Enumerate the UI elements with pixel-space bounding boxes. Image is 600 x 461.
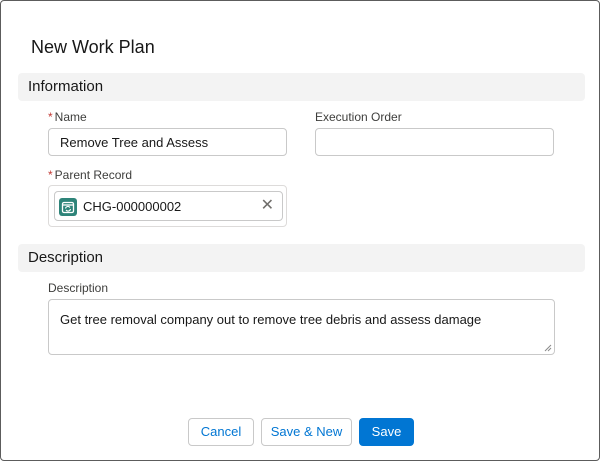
parent-record-lookup[interactable]: CHG-000000002 ✕ bbox=[48, 185, 287, 227]
save-button[interactable]: Save bbox=[359, 418, 414, 446]
modal-title: New Work Plan bbox=[31, 37, 155, 57]
new-work-plan-modal: New Work Plan Information *Name Executio… bbox=[0, 0, 600, 461]
parent-record-label: * Parent Record bbox=[48, 168, 132, 182]
name-input[interactable] bbox=[48, 128, 287, 156]
section-header-information[interactable]: Information bbox=[18, 73, 585, 101]
save-and-new-button[interactable]: Save & New bbox=[261, 418, 352, 446]
parent-record-value: CHG-000000002 bbox=[83, 199, 182, 214]
parent-record-pill[interactable]: CHG-000000002 ✕ bbox=[54, 191, 283, 221]
cancel-button[interactable]: Cancel bbox=[188, 418, 254, 446]
change-request-icon bbox=[59, 198, 77, 216]
resize-grip-icon[interactable] bbox=[544, 344, 552, 352]
execution-order-input[interactable] bbox=[315, 128, 554, 156]
required-marker: * bbox=[48, 110, 53, 124]
section-header-description[interactable]: Description bbox=[18, 244, 585, 272]
name-label-text: Name bbox=[54, 110, 87, 124]
name-label: * Name bbox=[48, 110, 87, 124]
required-marker: * bbox=[48, 168, 53, 182]
execution-order-label: Execution Order bbox=[315, 110, 402, 124]
parent-record-label-text: Parent Record bbox=[54, 168, 133, 182]
description-textarea[interactable]: Get tree removal company out to remove t… bbox=[48, 299, 555, 355]
description-label: Description bbox=[48, 281, 109, 295]
remove-icon[interactable]: ✕ bbox=[261, 196, 274, 216]
